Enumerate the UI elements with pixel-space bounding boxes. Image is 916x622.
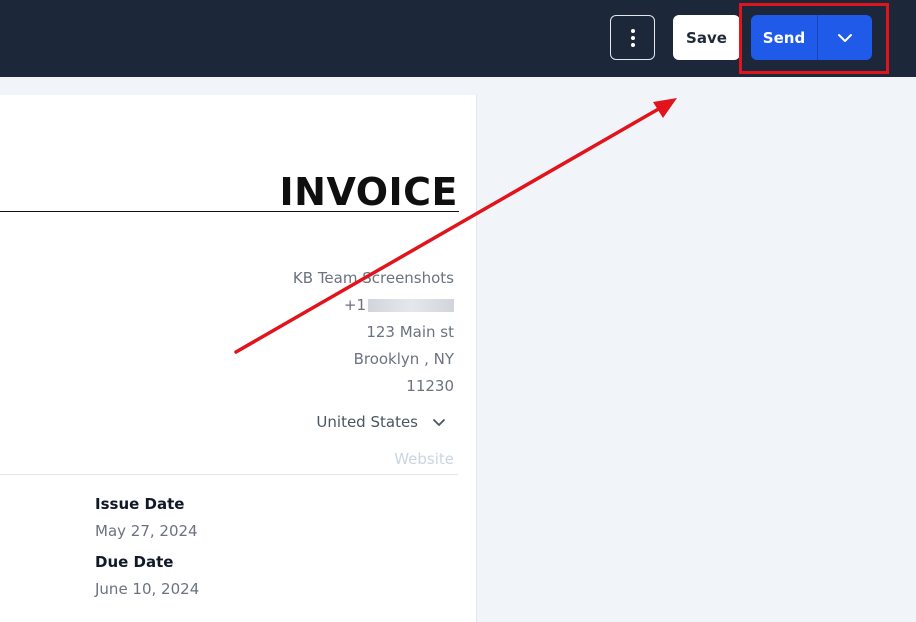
company-phone[interactable]: +1 (344, 296, 454, 314)
title-divider (0, 211, 459, 212)
invoice-document: INVOICE KB Team Screenshots +1 123 Main … (0, 95, 477, 622)
issue-date-label: Issue Date (95, 495, 185, 513)
phone-number-redacted (368, 299, 454, 312)
chevron-down-icon (433, 418, 445, 426)
send-options-dropdown[interactable] (818, 15, 872, 60)
company-zip[interactable]: 11230 (406, 377, 454, 395)
due-date-value[interactable]: June 10, 2024 (95, 580, 199, 598)
save-button[interactable]: Save (673, 15, 740, 60)
section-divider (0, 474, 458, 475)
invoice-title: INVOICE (279, 170, 458, 214)
company-street[interactable]: 123 Main st (366, 323, 454, 341)
send-button[interactable]: Send (751, 15, 818, 60)
chevron-down-icon (838, 33, 852, 42)
more-vertical-icon (630, 28, 635, 47)
issue-date-value[interactable]: May 27, 2024 (95, 522, 198, 540)
more-options-button[interactable] (610, 15, 655, 60)
phone-prefix: +1 (343, 296, 366, 314)
company-name[interactable]: KB Team Screenshots (293, 269, 454, 287)
company-city-state[interactable]: Brooklyn , NY (354, 350, 454, 368)
country-value: United States (316, 413, 418, 431)
send-button-group: Send (751, 15, 872, 60)
top-toolbar: Save Send (0, 0, 916, 77)
website-field[interactable]: Website (394, 450, 454, 468)
country-select[interactable]: United States (316, 413, 446, 431)
due-date-label: Due Date (95, 553, 174, 571)
